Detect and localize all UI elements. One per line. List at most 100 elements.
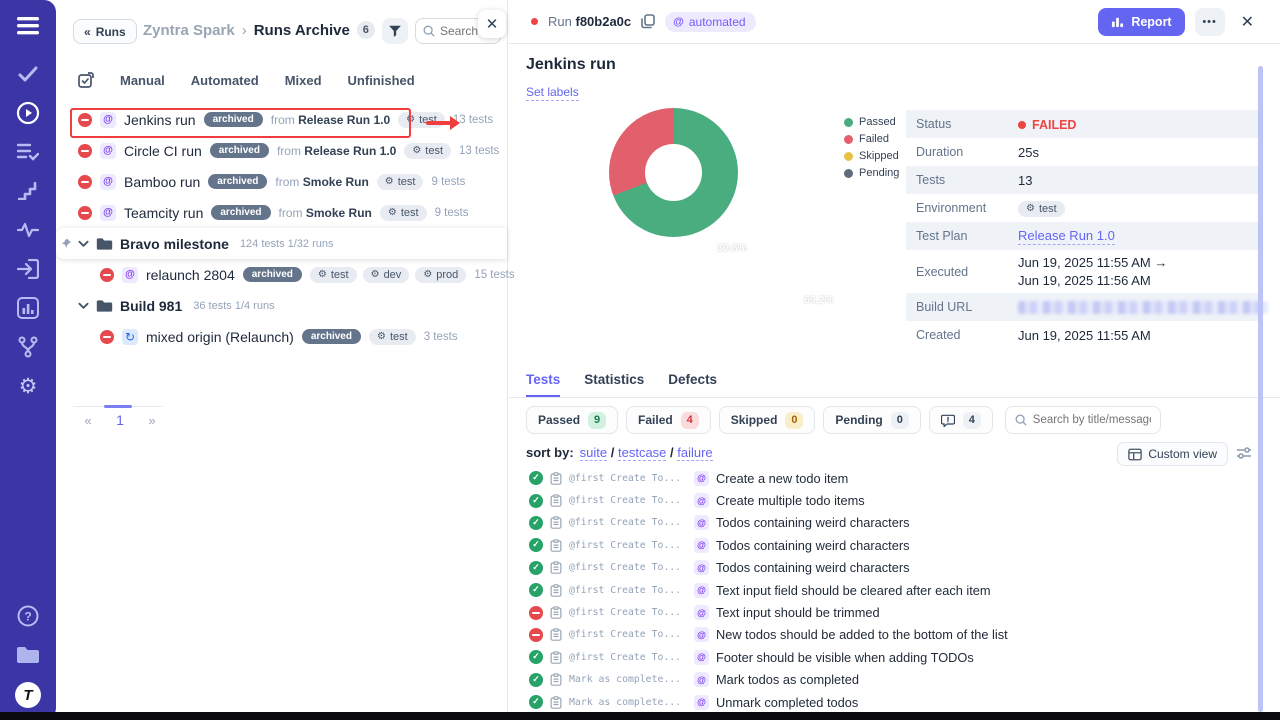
run-list-item[interactable]: @ Jenkins run archived from Release Run … [56, 104, 507, 135]
testcase-icon [550, 494, 562, 507]
automated-icon: @ [694, 627, 709, 642]
test-row[interactable]: @first Create To... @ Footer should be v… [509, 646, 1280, 668]
filter-passed-button[interactable]: Passed9 [526, 406, 618, 434]
test-row[interactable]: @first Create To... @ Todos containing w… [509, 557, 1280, 579]
detail-value[interactable]: Release Run 1.0 [1018, 228, 1115, 245]
close-panel-button[interactable]: ✕ [478, 10, 506, 38]
run-list-item[interactable]: @ Bamboo run archived from Smoke Run ⚙te… [56, 166, 507, 197]
folder-list-item[interactable]: Build 981 36 tests 1/4 runs [56, 290, 507, 321]
test-row[interactable]: @first Create To... @ Text input field s… [509, 579, 1280, 601]
test-row[interactable]: Mark as complete... @ Unmark completed t… [509, 691, 1280, 713]
pagination-prev[interactable]: « [80, 413, 96, 428]
runs-tab-manual[interactable]: Manual [120, 73, 165, 88]
more-actions-button[interactable]: ••• [1195, 8, 1225, 36]
pagination-page-1[interactable]: 1 [112, 412, 128, 428]
branch-icon[interactable] [16, 335, 40, 359]
copy-icon[interactable] [641, 14, 655, 29]
steps-icon[interactable] [16, 179, 40, 203]
detail-label: Build URL [906, 300, 1018, 314]
app-logo[interactable]: T [15, 682, 41, 708]
search-icon [423, 25, 435, 37]
sliders-icon[interactable] [1236, 446, 1252, 460]
bar-chart-icon[interactable] [16, 296, 40, 320]
help-icon[interactable]: ? [16, 604, 40, 628]
report-button[interactable]: Report [1098, 8, 1184, 36]
test-row[interactable]: @first Create To... @ New todos should b… [509, 624, 1280, 646]
close-detail-button[interactable]: ✕ [1241, 12, 1254, 32]
test-title[interactable]: New todos should be added to the bottom … [716, 627, 1008, 642]
test-title[interactable]: Todos containing weird characters [716, 515, 909, 530]
select-runs-icon[interactable] [78, 72, 94, 88]
runs-tab-mixed[interactable]: Mixed [285, 73, 322, 88]
test-row[interactable]: Mark as complete... @ Mark todos as comp… [509, 669, 1280, 691]
check-icon[interactable] [16, 62, 40, 86]
pagination-next[interactable]: » [144, 413, 160, 428]
list-check-icon[interactable] [16, 140, 40, 164]
test-row[interactable]: @first Create To... @ Text input should … [509, 601, 1280, 623]
chevron-down-icon[interactable] [78, 240, 89, 248]
automated-icon: @ [694, 672, 709, 687]
folder-list-item[interactable]: Bravo milestone 124 tests 1/32 runs [56, 228, 507, 259]
filter-failed-button[interactable]: Failed4 [626, 406, 711, 434]
run-list-item[interactable]: @ Circle CI run archived from Release Ru… [56, 135, 507, 166]
menu-icon[interactable] [16, 14, 40, 38]
breadcrumb-project[interactable]: Zyntra Spark [143, 22, 235, 39]
detail-row-duration: Duration25s [906, 138, 1260, 166]
test-title[interactable]: Todos containing weird characters [716, 560, 909, 575]
detail-scrollbar[interactable] [1258, 66, 1263, 712]
test-row[interactable]: @first Create To... @ Todos containing w… [509, 534, 1280, 556]
detail-tab-defects[interactable]: Defects [668, 372, 717, 397]
run-list-item[interactable]: @ relaunch 2804 archived ⚙test⚙dev⚙prod … [56, 259, 507, 290]
test-title[interactable]: Text input should be trimmed [716, 605, 880, 620]
test-title[interactable]: Create a new todo item [716, 471, 848, 486]
sort-link-failure[interactable]: failure [677, 445, 712, 461]
legend-dot [844, 169, 853, 178]
test-title[interactable]: Create multiple todo items [716, 493, 865, 508]
test-row[interactable]: @first Create To... @ Create multiple to… [509, 489, 1280, 511]
environment-badge: ⚙test [377, 174, 424, 190]
automated-icon: @ [122, 267, 138, 283]
sort-link-testcase[interactable]: testcase [618, 445, 666, 461]
tests-search-input[interactable] [1033, 414, 1151, 426]
sort-link-suite[interactable]: suite [580, 445, 607, 461]
gear-icon[interactable]: ⚙ [16, 374, 40, 398]
detail-tab-statistics[interactable]: Statistics [584, 372, 644, 397]
archived-badge: archived [302, 329, 361, 344]
tests-search[interactable] [1005, 406, 1161, 434]
play-circle-icon[interactable] [16, 101, 40, 125]
detail-value: 25s [1018, 145, 1039, 160]
projects-folder-icon[interactable] [16, 643, 40, 667]
test-title[interactable]: Mark todos as completed [716, 672, 859, 687]
test-row[interactable]: @first Create To... @ Todos containing w… [509, 512, 1280, 534]
activity-icon[interactable] [16, 218, 40, 242]
comment-filter-button[interactable]: 4 [929, 406, 993, 434]
set-labels-link[interactable]: Set labels [526, 85, 579, 101]
testcase-icon [550, 516, 562, 529]
filter-button[interactable] [382, 18, 408, 44]
import-icon[interactable] [16, 257, 40, 281]
test-title[interactable]: Unmark completed todos [716, 695, 858, 710]
run-list-item[interactable]: ↻ mixed origin (Relaunch) archived ⚙test… [56, 321, 507, 352]
test-status-icon [529, 516, 543, 530]
runs-tab-unfinished[interactable]: Unfinished [348, 73, 415, 88]
detail-value: 13 [1018, 173, 1032, 188]
test-suite-label: @first Create To... [569, 607, 681, 618]
test-title[interactable]: Todos containing weird characters [716, 538, 909, 553]
run-list-item[interactable]: @ Teamcity run archived from Smoke Run ⚙… [56, 197, 507, 228]
legend-item-passed: Passed [844, 116, 899, 128]
chevron-down-icon[interactable] [78, 302, 89, 310]
runs-tab-automated[interactable]: Automated [191, 73, 259, 88]
test-row[interactable]: @first Create To... @ Create a new todo … [509, 467, 1280, 489]
back-to-runs-button[interactable]: « Runs [73, 19, 137, 44]
testcase-icon [550, 651, 562, 664]
custom-view-button[interactable]: Custom view [1117, 442, 1228, 466]
run-title: Jenkins run [526, 56, 616, 74]
test-title[interactable]: Footer should be visible when adding TOD… [716, 650, 974, 665]
run-name: Jenkins run [124, 112, 196, 128]
test-status-icon [529, 628, 543, 642]
filter-skipped-button[interactable]: Skipped0 [719, 406, 816, 434]
detail-tab-tests[interactable]: Tests [526, 372, 560, 397]
test-title[interactable]: Text input field should be cleared after… [716, 583, 991, 598]
filter-pending-button[interactable]: Pending0 [823, 406, 920, 434]
failed-status-icon [78, 206, 92, 220]
